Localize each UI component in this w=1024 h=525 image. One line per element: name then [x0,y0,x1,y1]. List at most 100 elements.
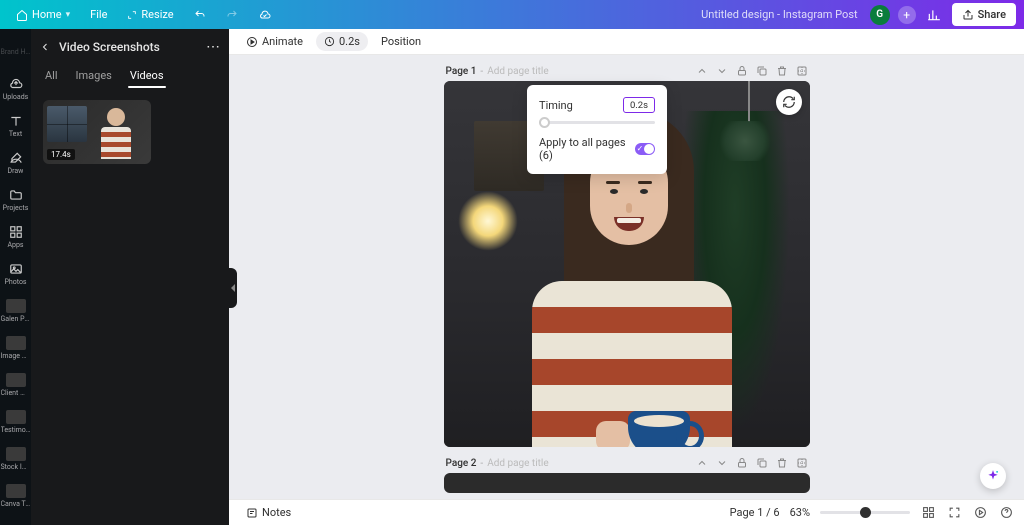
tab-images[interactable]: Images [74,65,114,88]
page-fab-button[interactable] [776,89,802,115]
tab-videos[interactable]: Videos [128,65,166,88]
page-indicator[interactable]: Page 1 / 6 [730,506,780,519]
fullscreen-button[interactable] [946,505,962,521]
more-icon[interactable] [796,457,808,469]
check-icon: ✓ [637,144,644,153]
move-up-icon[interactable] [696,65,708,77]
tab-all[interactable]: All [43,65,60,88]
home-icon [16,9,28,21]
rail-label: Testimoni… [1,426,31,434]
resize-label: Resize [141,8,173,21]
cloud-icon [9,77,23,91]
redo-button[interactable] [218,5,246,25]
panel-title: Video Screenshots [59,40,198,54]
draw-icon [9,151,23,165]
notes-button[interactable]: Notes [239,503,298,522]
rail-apps[interactable]: Apps [0,218,31,255]
side-rail: Brand Hub Uploads TextDraw Projects Apps Phot… [0,29,31,525]
grid-view-button[interactable] [920,505,936,521]
sparkle-icon [986,469,1000,483]
rotate-icon [782,95,796,109]
move-down-icon[interactable] [716,457,728,469]
page-title-input[interactable]: Add page title [487,458,691,469]
rail-testim[interactable]: Testimoni… [0,403,31,440]
grid-icon [9,225,23,239]
topbar-left: Home ▾ File Resize [8,4,280,25]
rail-brand-hub[interactable]: Brand Hub [0,33,31,70]
folder-icon [9,188,23,202]
rail-label: Projects [3,204,29,212]
back-icon[interactable] [39,41,51,53]
cloud-sync-button[interactable] [250,5,280,25]
rail-stock[interactable]: Stock Ima… [0,440,31,477]
rail-projects[interactable]: Projects [0,181,31,218]
add-collaborator-button[interactable]: + [898,6,916,24]
zoom-knob[interactable] [860,507,871,518]
duration-button[interactable]: 0.2s [316,32,368,51]
page-canvas[interactable] [444,473,810,493]
user-avatar[interactable]: G [870,5,890,25]
rail-label: Photos [4,278,26,286]
redo-icon [226,9,238,21]
side-panel: Video Screenshots ⋯ All Images Videos 17.4… [31,29,229,525]
animate-label: Animate [262,35,303,48]
animate-button[interactable]: Animate [239,32,310,51]
page-label: Page 1 [446,66,477,77]
document-title[interactable]: Untitled design - Instagram Post [701,8,857,21]
timing-popover: Timing Apply to all pages (6) ✓ [527,85,667,174]
page-title-input[interactable]: Add page title [487,66,691,77]
rail-photos[interactable]: Photos [0,255,31,292]
top-bar: Home ▾ File Resize Untitled design - Ins… [0,0,1024,29]
timing-slider[interactable] [539,121,655,124]
present-button[interactable] [972,505,988,521]
position-button[interactable]: Position [374,32,428,51]
duration-label: 0.2s [339,35,360,48]
move-down-icon[interactable] [716,65,728,77]
lock-icon[interactable] [736,65,748,77]
rail-uploads[interactable]: Uploads [0,70,31,107]
lock-icon[interactable] [736,457,748,469]
resize-button[interactable]: Resize [119,4,181,25]
delete-icon[interactable] [776,457,788,469]
footer-bar: Notes Page 1 / 6 63% [229,499,1024,525]
rail-text[interactable]: Text [0,107,31,144]
chart-icon [927,8,941,22]
assistant-fab[interactable] [980,463,1006,489]
zoom-slider[interactable] [820,511,910,514]
zoom-level[interactable]: 63% [790,506,810,519]
chevron-down-icon: ▾ [66,10,71,20]
cloud-check-icon [258,9,272,21]
folder-thumb-icon [6,336,26,350]
insights-button[interactable] [924,5,944,25]
notes-label: Notes [262,506,291,519]
apply-all-toggle[interactable]: ✓ [635,143,655,155]
more-icon[interactable] [796,65,808,77]
page-actions [696,457,808,469]
page-header: Page 1-Add page title [444,65,810,81]
rail-galen[interactable]: Galen Pho… [0,292,31,329]
duplicate-icon[interactable] [756,65,768,77]
slider-knob[interactable] [539,117,550,128]
file-menu[interactable]: File [82,4,115,25]
share-icon [962,9,974,21]
video-thumbnail[interactable]: 17.4s [43,100,151,164]
topbar-right: Untitled design - Instagram Post G + Sha… [701,3,1016,26]
help-button[interactable] [998,505,1014,521]
rail-draw[interactable]: Draw [0,144,31,181]
rail-client[interactable]: Client Work [0,366,31,403]
folder-thumb-icon [6,373,26,387]
duplicate-icon[interactable] [756,457,768,469]
undo-button[interactable] [186,5,214,25]
panel-more-button[interactable]: ⋯ [206,39,221,55]
rail-label: Uploads [3,93,29,101]
rail-canva[interactable]: Canva Te… [0,477,31,514]
timing-input[interactable] [623,97,655,113]
delete-icon[interactable] [776,65,788,77]
home-button[interactable]: Home ▾ [8,4,78,25]
share-button[interactable]: Share [952,3,1016,26]
rail-imageseo[interactable]: Image SEO… [0,329,31,366]
move-up-icon[interactable] [696,457,708,469]
rail-label: Stock Ima… [1,463,31,471]
text-icon [9,114,23,128]
thumbnail-duration: 17.4s [47,149,75,160]
